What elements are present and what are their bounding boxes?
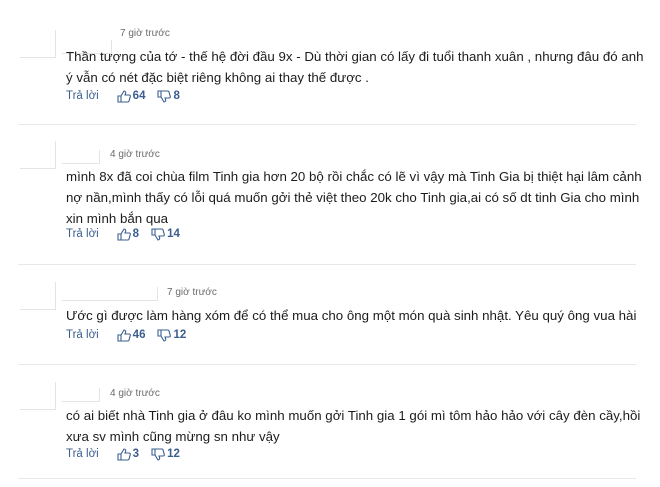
- like-count: 46: [132, 329, 146, 341]
- comment-timestamp: 7 giờ trước: [120, 28, 170, 39]
- comment-timestamp: 4 giờ trước: [110, 149, 160, 160]
- comment-actions: Trả lời 64 8: [66, 88, 192, 104]
- avatar[interactable]: [20, 382, 56, 410]
- dislike-count: 8: [173, 90, 180, 102]
- comment-text: Thần tượng của tớ - thế hệ đời đầu 9x - …: [66, 49, 644, 85]
- dislike-count: 12: [167, 448, 180, 460]
- comment-timestamp: 4 giờ trước: [110, 388, 160, 399]
- thumbs-down-icon: [157, 328, 172, 342]
- comment-text: Ước gì được làm hàng xóm để có thể mua c…: [66, 308, 637, 323]
- thumbs-up-icon: [117, 89, 131, 103]
- comment-actions: Trả lời 3 12: [66, 446, 192, 462]
- comment-actions: Trả lời 46 12: [66, 327, 198, 343]
- author-name-placeholder[interactable]: [62, 388, 100, 402]
- comment-actions: Trả lời 8 14: [66, 226, 192, 242]
- comment-timestamp: 7 giờ trước: [167, 287, 217, 298]
- dislike-count: 12: [173, 329, 187, 341]
- like-button[interactable]: 8: [117, 227, 140, 241]
- author-name-placeholder[interactable]: [62, 150, 100, 164]
- divider: [18, 124, 636, 125]
- comment-text: mình 8x đã coi chùa film Tinh gia hơn 20…: [66, 169, 642, 226]
- avatar[interactable]: [20, 282, 56, 310]
- like-count: 8: [132, 228, 140, 240]
- like-count: 64: [132, 90, 146, 102]
- author-name-placeholder[interactable]: [62, 287, 158, 301]
- dislike-button[interactable]: 8: [157, 89, 180, 103]
- thumbs-up-icon: [117, 447, 131, 461]
- thumbs-down-icon: [151, 227, 165, 241]
- divider: [18, 264, 636, 265]
- like-button[interactable]: 64: [117, 89, 146, 103]
- reply-button[interactable]: Trả lời: [66, 228, 99, 240]
- like-button[interactable]: 46: [117, 328, 146, 342]
- like-button[interactable]: 3: [117, 447, 140, 461]
- reply-button[interactable]: Trả lời: [66, 90, 99, 102]
- like-count: 3: [132, 448, 140, 460]
- dislike-button[interactable]: 12: [151, 447, 180, 461]
- avatar[interactable]: [20, 141, 56, 169]
- reply-button[interactable]: Trả lời: [66, 448, 99, 460]
- thumbs-down-icon: [151, 447, 165, 461]
- thumbs-up-icon: [117, 227, 131, 241]
- dislike-button[interactable]: 12: [157, 328, 187, 342]
- thumbs-up-icon: [117, 328, 131, 342]
- divider: [18, 364, 636, 365]
- dislike-count: 14: [167, 228, 180, 240]
- divider: [18, 478, 636, 479]
- avatar[interactable]: [20, 30, 56, 58]
- reply-button[interactable]: Trả lời: [66, 329, 99, 341]
- comment-text: có ai biết nhà Tinh gia ở đâu ko mình mu…: [66, 408, 641, 444]
- thumbs-down-icon: [157, 89, 172, 103]
- dislike-button[interactable]: 14: [151, 227, 180, 241]
